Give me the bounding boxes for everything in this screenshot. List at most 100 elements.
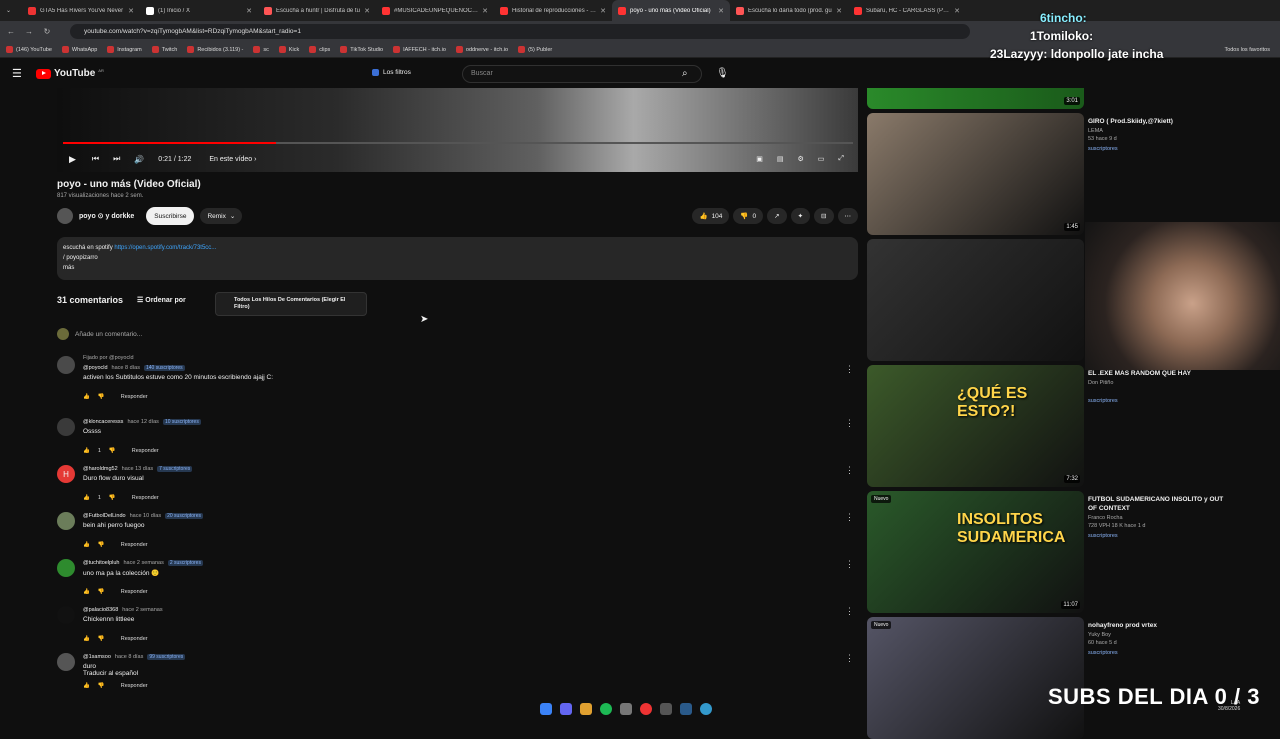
subtitles-icon[interactable]: ▤ [777,155,784,163]
bookmark-item[interactable]: Instagram [107,46,142,53]
dislike-icon[interactable]: 👎 [98,394,105,400]
bookmark-item[interactable]: clips [309,46,330,53]
like-icon[interactable]: 👍 [83,589,90,595]
bookmark-item[interactable]: Kick [278,46,299,53]
video-player[interactable]: ▶ ⏮ ⏭ 🔊 0:21 / 1:22 En este vídeo › ▣ ▤ … [57,88,858,172]
chrome-icon[interactable] [640,703,652,715]
comment-avatar[interactable] [57,606,75,624]
browser-icon[interactable] [700,703,712,715]
browser-tab[interactable]: poyo - uno más (Video Oficial) ✕ [612,0,730,21]
related-video[interactable]: 1:45 GIRO ( Prod.Skiidy,@7kiett) LEMA 53… [867,113,1247,235]
bookmark-item[interactable]: oddnerve - itch.io [455,46,508,53]
settings-icon[interactable]: ⚙ [797,155,803,163]
comment-time[interactable]: hace 8 días [112,365,140,371]
previous-icon[interactable]: ⏮ [92,154,99,164]
related-title[interactable]: nohayfreno prod vrtex [1088,621,1228,630]
play-icon[interactable]: ▶ [69,154,76,165]
browser-tab[interactable]: Subaru, HC - CARGLASS (Prod. ✕ [848,0,966,21]
comment-avatar[interactable] [57,559,75,577]
related-video[interactable]: INSOLITOS SUDAMERICA Nuevo 11:07 FUTBOL … [867,491,1247,613]
forward-icon[interactable]: → [24,27,34,36]
channel-name[interactable]: poyo ⊙ y dorkke [79,212,134,220]
browser-tab[interactable]: Escucha a huntr | Disfruta de tu ✕ [258,0,376,21]
comment-filter-select[interactable]: Todos Los Hilos De Comentarios (Elegir E… [215,292,367,316]
comment-author[interactable]: @1samsoo [83,654,111,660]
spotify-link[interactable]: https://open.spotify.com/track/73t5cc... [114,245,216,251]
dislike-icon[interactable]: 👎 [98,636,105,642]
channel-avatar[interactable] [57,208,73,224]
spotify-icon[interactable] [600,703,612,715]
add-comment-input[interactable]: Añade un comentario... [75,331,142,338]
comment-time[interactable]: hace 12 días [127,419,159,425]
comment-menu-icon[interactable]: ⋮ [845,606,854,617]
related-thumbnail[interactable]: INSOLITOS SUDAMERICA Nuevo 11:07 [867,491,1084,613]
chapter-button[interactable]: En este vídeo › [209,156,256,163]
reply-button[interactable]: Responder [121,589,148,595]
comment-avatar[interactable] [57,356,75,374]
tab-close-icon[interactable]: ✕ [600,7,606,15]
search-input[interactable]: Buscar [462,65,702,83]
start-icon[interactable] [540,703,552,715]
comment-author[interactable]: @palacio8368 [83,607,118,613]
related-thumbnail[interactable]: ¿QUÉ ES ESTO?! 7:32 [867,365,1084,487]
volume-icon[interactable]: 🔊 [134,155,144,164]
related-channel[interactable]: LEMA [1088,128,1103,134]
comment-menu-icon[interactable]: ⋮ [845,364,854,375]
steam-icon[interactable] [680,703,692,715]
top-thumbnail[interactable]: 3:01 [867,88,1084,109]
reply-button[interactable]: Responder [121,542,148,548]
related-video[interactable]: ¿QUÉ ES ESTO?! 7:32 EL .EXE MAS RANDOM Q… [867,365,1247,487]
browser-tab[interactable]: GTA5 Has Rivers You've Never ✕ [22,0,140,21]
search-icon[interactable]: ⌕ [682,68,688,79]
related-title[interactable]: GIRO ( Prod.Skiidy,@7kiett) [1088,117,1228,126]
dislike-icon[interactable]: 👎 [98,683,105,689]
like-icon[interactable]: 👍 [83,448,90,454]
like-icon[interactable]: 👍 [83,683,90,689]
dislike-icon[interactable]: 👎 [98,589,105,595]
url-bar[interactable]: youtube.com/watch?v=zqiTymogbAM&list=RDz… [70,24,970,39]
subscribe-button[interactable]: Suscribirse [146,207,195,225]
sort-button[interactable]: ☰ Ordenar por [137,296,186,304]
related-title[interactable]: EL .EXE MAS RANDOM QUE HAY [1088,369,1228,378]
reply-button[interactable]: Responder [132,495,159,501]
folder-icon[interactable] [580,703,592,715]
reply-button[interactable]: Responder [132,448,159,454]
dislike-icon[interactable]: 👎 [109,495,116,501]
bookmark-item[interactable]: IAFFECH - itch.io [393,46,446,53]
tab-close-icon[interactable]: ✕ [364,7,370,15]
related-title[interactable]: FUTBOL SUDAMERICANO INSOLITO y OUT OF CO… [1088,495,1228,513]
translate-link[interactable]: Traducir al español [83,670,138,677]
bookmark-item[interactable]: WhatsApp [61,46,97,53]
tab-close-icon[interactable]: ✕ [718,7,724,15]
tab-close-icon[interactable]: ✕ [246,7,252,15]
youtube-logo[interactable]: YouTube AR [36,68,104,79]
comment-menu-icon[interactable]: ⋮ [845,512,854,523]
bookmark-item[interactable]: Recibidos (3.119) - [187,46,243,53]
microphone-icon[interactable]: 🎙 [716,68,729,79]
dislike-icon[interactable]: 👎 [98,542,105,548]
filters-button[interactable]: Los filtros [372,69,411,76]
save-button[interactable]: ⊟ [814,208,834,224]
reply-button[interactable]: Responder [121,394,148,400]
more-actions-button[interactable]: ⋯ [837,208,858,224]
like-icon[interactable]: 👍 [83,636,90,642]
comment-time[interactable]: hace 10 días [130,513,162,519]
tab-list-button[interactable]: ⌄ [0,0,22,21]
comment-time[interactable]: hace 8 días [115,654,143,660]
reply-button[interactable]: Responder [121,636,148,642]
tab-close-icon[interactable]: ✕ [482,7,488,15]
like-icon[interactable]: 👍 [83,542,90,548]
comment-avatar[interactable] [57,512,75,530]
related-channel[interactable]: Franco Rocha [1088,515,1123,521]
comment-menu-icon[interactable]: ⋮ [845,559,854,570]
comment-author[interactable]: @kloncaceresss [83,419,123,425]
fullscreen-icon[interactable]: ⤢ [838,155,844,163]
menu-icon[interactable]: ☰ [12,67,22,80]
bookmark-item[interactable]: TikTok Studio [340,46,383,53]
comment-avatar[interactable] [57,418,75,436]
miniplayer-icon[interactable]: ▣ [756,155,763,163]
related-thumbnail[interactable] [867,239,1084,361]
comment-author[interactable]: @poyocld [83,365,108,371]
bookmark-item[interactable]: (5) Publer [518,46,552,53]
related-thumbnail[interactable]: 1:45 [867,113,1084,235]
